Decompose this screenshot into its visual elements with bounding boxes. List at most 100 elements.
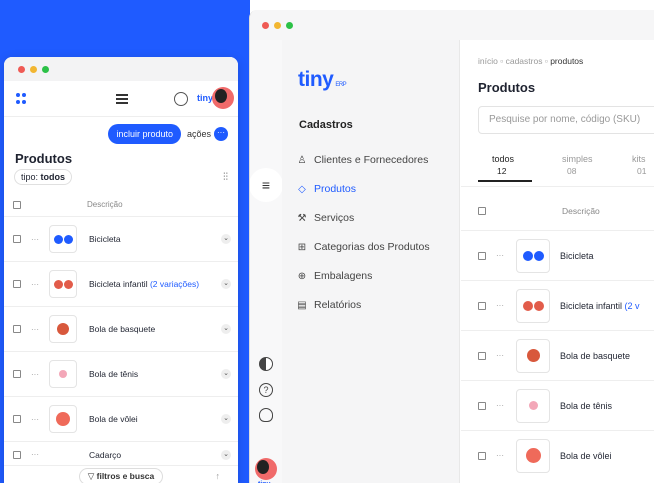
variations-link[interactable]: (2 v [625,301,640,311]
row-more-icon[interactable]: ··· [496,401,510,410]
search-input[interactable]: Pesquise por nome, código (SKU) [478,106,654,134]
row-checkbox[interactable] [478,251,486,260]
product-name[interactable]: Bicicleta [560,251,594,261]
row-more-icon[interactable]: ··· [496,301,510,310]
row-checkbox[interactable] [13,370,21,378]
maximize-window-button[interactable] [286,21,293,29]
mobile-actions: incluir produto ações ··· [4,117,238,151]
tag-icon: ◇ [298,183,306,195]
sliders-icon[interactable]: ⫶⫶ [223,172,228,183]
incluir-produto-button[interactable]: incluir produto [108,124,181,144]
menu-icon[interactable]: ≡ [250,168,283,202]
sidebar-item-label: Clientes e Fornecedores [314,154,429,166]
notification-bell-icon[interactable] [259,408,273,422]
brand-label: tiny [197,93,214,103]
table-row[interactable]: ··· Bicicleta ⌄ [4,217,238,262]
row-more-icon[interactable]: ··· [31,280,45,289]
contrast-icon[interactable] [259,357,273,371]
table-row[interactable]: ··· Bicicleta infantil (2 variações) ⌄ [4,262,238,307]
mobile-window: tiny incluir produto ações ··· Produtos … [4,57,238,483]
chevron-down-icon[interactable]: ⌄ [221,414,231,424]
row-more-icon[interactable]: ··· [31,450,45,459]
maximize-window-button[interactable] [42,65,49,73]
row-checkbox[interactable] [478,451,486,460]
tab-kits[interactable]: kits 01 [618,154,654,182]
table-row[interactable]: ··· Bicicleta infantil (2 v [461,280,654,330]
sidebar-item-categorias[interactable]: ⊞ Categorias dos Produtos [297,241,430,253]
row-checkbox[interactable] [13,415,21,423]
avatar[interactable] [212,87,234,109]
row-checkbox[interactable] [13,235,21,243]
table-row[interactable]: ··· Bola de tênis [461,380,654,430]
column-descricao[interactable]: Descrição [562,206,600,216]
menu-icon[interactable] [116,94,128,106]
table-row[interactable]: ··· Bola de vôlei [461,430,654,480]
sidebar-item-produtos[interactable]: ◇ Produtos [297,183,356,195]
product-name[interactable]: Bola de basquete [560,351,630,361]
sidebar-item-embalagens[interactable]: ⊕ Embalagens [297,270,373,282]
sidebar-item-relatorios[interactable]: ▤ Relatórios [297,299,361,311]
filtros-label: filtros e busca [96,471,155,481]
column-descricao[interactable]: Descrição [87,200,123,209]
chevron-down-icon[interactable]: ⌄ [221,234,231,244]
row-more-icon[interactable]: ··· [496,351,510,360]
table-row[interactable]: ··· Bola de basquete ⌄ [4,307,238,352]
table-row[interactable]: ··· Bola de basquete [461,330,654,380]
row-more-icon[interactable]: ··· [31,415,45,424]
logo-suffix: ERP [335,82,347,88]
sidebar-item-servicos[interactable]: ⚒ Serviços [297,212,355,224]
row-more-icon[interactable]: ··· [31,370,45,379]
row-checkbox[interactable] [13,325,21,333]
mobile-topbar: tiny [4,81,238,117]
product-name[interactable]: Bicicleta infantil (2 v [560,301,640,311]
select-all-checkbox[interactable] [13,200,21,209]
product-name[interactable]: Cadarço [89,450,121,460]
sidebar-item-clientes[interactable]: ♙ Clientes e Fornecedores [297,154,429,166]
chevron-down-icon[interactable]: ⌄ [221,324,231,334]
tab-todos[interactable]: todos 12 [478,154,548,182]
tipo-filter-chip[interactable]: tipo: todos [14,169,73,185]
select-all-checkbox[interactable] [478,207,486,215]
tiny-logo[interactable]: tiny ERP [298,68,347,92]
sidebar-item-label: Embalagens [314,270,373,282]
table-row[interactable]: ··· Bola de tênis ⌄ [4,352,238,397]
close-window-button[interactable] [18,65,25,73]
volleyball-thumbnail [516,438,550,473]
help-icon[interactable]: ? [259,383,273,397]
product-name[interactable]: Bola de basquete [89,324,155,334]
row-checkbox[interactable] [478,351,486,360]
minimize-window-button[interactable] [274,21,281,29]
icon-rail: ≡ ? tiny [250,40,283,483]
table-row[interactable]: ··· Bola de vôlei ⌄ [4,397,238,442]
product-name[interactable]: Bola de vôlei [560,451,612,461]
row-checkbox[interactable] [478,301,486,310]
row-checkbox[interactable] [13,450,21,459]
product-name[interactable]: Bola de tênis [560,401,612,411]
minimize-window-button[interactable] [30,65,37,73]
breadcrumb-inicio[interactable]: início [478,56,498,66]
avatar[interactable] [255,458,277,480]
apps-grid-icon[interactable] [16,92,28,105]
chevron-down-icon[interactable]: ⌄ [221,450,231,460]
product-name[interactable]: Bicicleta infantil (2 variações) [89,279,199,289]
row-checkbox[interactable] [478,401,486,410]
chevron-down-icon[interactable]: ⌄ [221,279,231,289]
acoes-button[interactable]: ações ··· [187,127,228,141]
row-more-icon[interactable]: ··· [496,451,510,460]
close-window-button[interactable] [262,21,269,29]
row-more-icon[interactable]: ··· [31,325,45,334]
product-name[interactable]: Bicicleta [89,234,121,244]
breadcrumb-cadastros[interactable]: cadastros [506,56,543,66]
scroll-top-arrow-icon[interactable]: ↑ [216,471,221,481]
tab-simples[interactable]: simples 08 [548,154,618,182]
product-name[interactable]: Bola de vôlei [89,414,138,424]
row-checkbox[interactable] [13,280,21,288]
notification-bell-icon[interactable] [174,92,188,106]
table-row[interactable]: ··· Bicicleta [461,230,654,280]
row-more-icon[interactable]: ··· [496,251,510,260]
filtros-busca-button[interactable]: ▽ filtros e busca [78,468,164,483]
product-name[interactable]: Bola de tênis [89,369,138,379]
variations-link[interactable]: (2 variações) [150,279,199,289]
chevron-down-icon[interactable]: ⌄ [221,369,231,379]
row-more-icon[interactable]: ··· [31,235,45,244]
